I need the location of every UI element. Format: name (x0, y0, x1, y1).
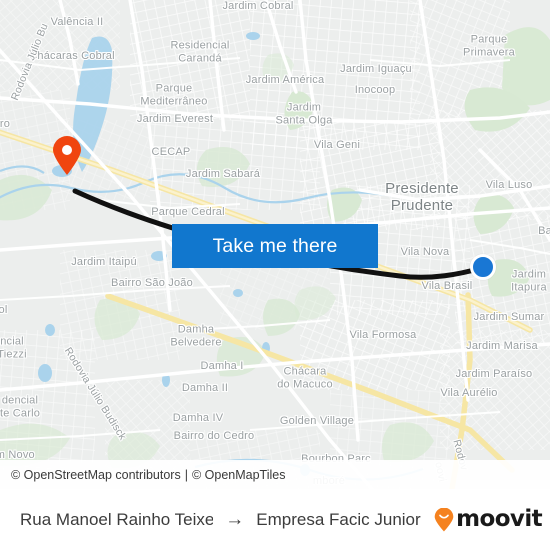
attribution-separator: | (184, 467, 188, 482)
destination-label[interactable]: Empresa Facic Junior ... (256, 510, 426, 530)
origin-pin-marker[interactable] (52, 136, 82, 176)
moovit-logo[interactable]: moovit (434, 506, 550, 532)
arrow-right-icon: → (225, 509, 245, 530)
map-attribution: © OpenStreetMap contributors | © OpenMap… (0, 460, 550, 489)
moovit-pin-icon (434, 507, 454, 531)
moovit-wordmark: moovit (456, 506, 542, 532)
destination-dot-marker[interactable] (470, 254, 496, 280)
trip-endpoints-bar: Rua Manoel Rainho Teixe... → Empresa Fac… (0, 489, 550, 550)
moovit-trip-screen: Jardim Cobral Valência II Parque Primavera… (0, 0, 550, 550)
attribution-osm[interactable]: © OpenStreetMap contributors (11, 468, 181, 482)
map-canvas[interactable]: Jardim Cobral Valência II Parque Primavera… (0, 0, 550, 489)
attribution-maptiles[interactable]: © OpenMapTiles (192, 468, 286, 482)
origin-label[interactable]: Rua Manoel Rainho Teixe... (20, 510, 213, 530)
take-me-there-button[interactable]: Take me there (172, 224, 378, 268)
trip-endpoints: Rua Manoel Rainho Teixe... → Empresa Fac… (0, 510, 434, 530)
map-pin-icon (53, 136, 81, 175)
